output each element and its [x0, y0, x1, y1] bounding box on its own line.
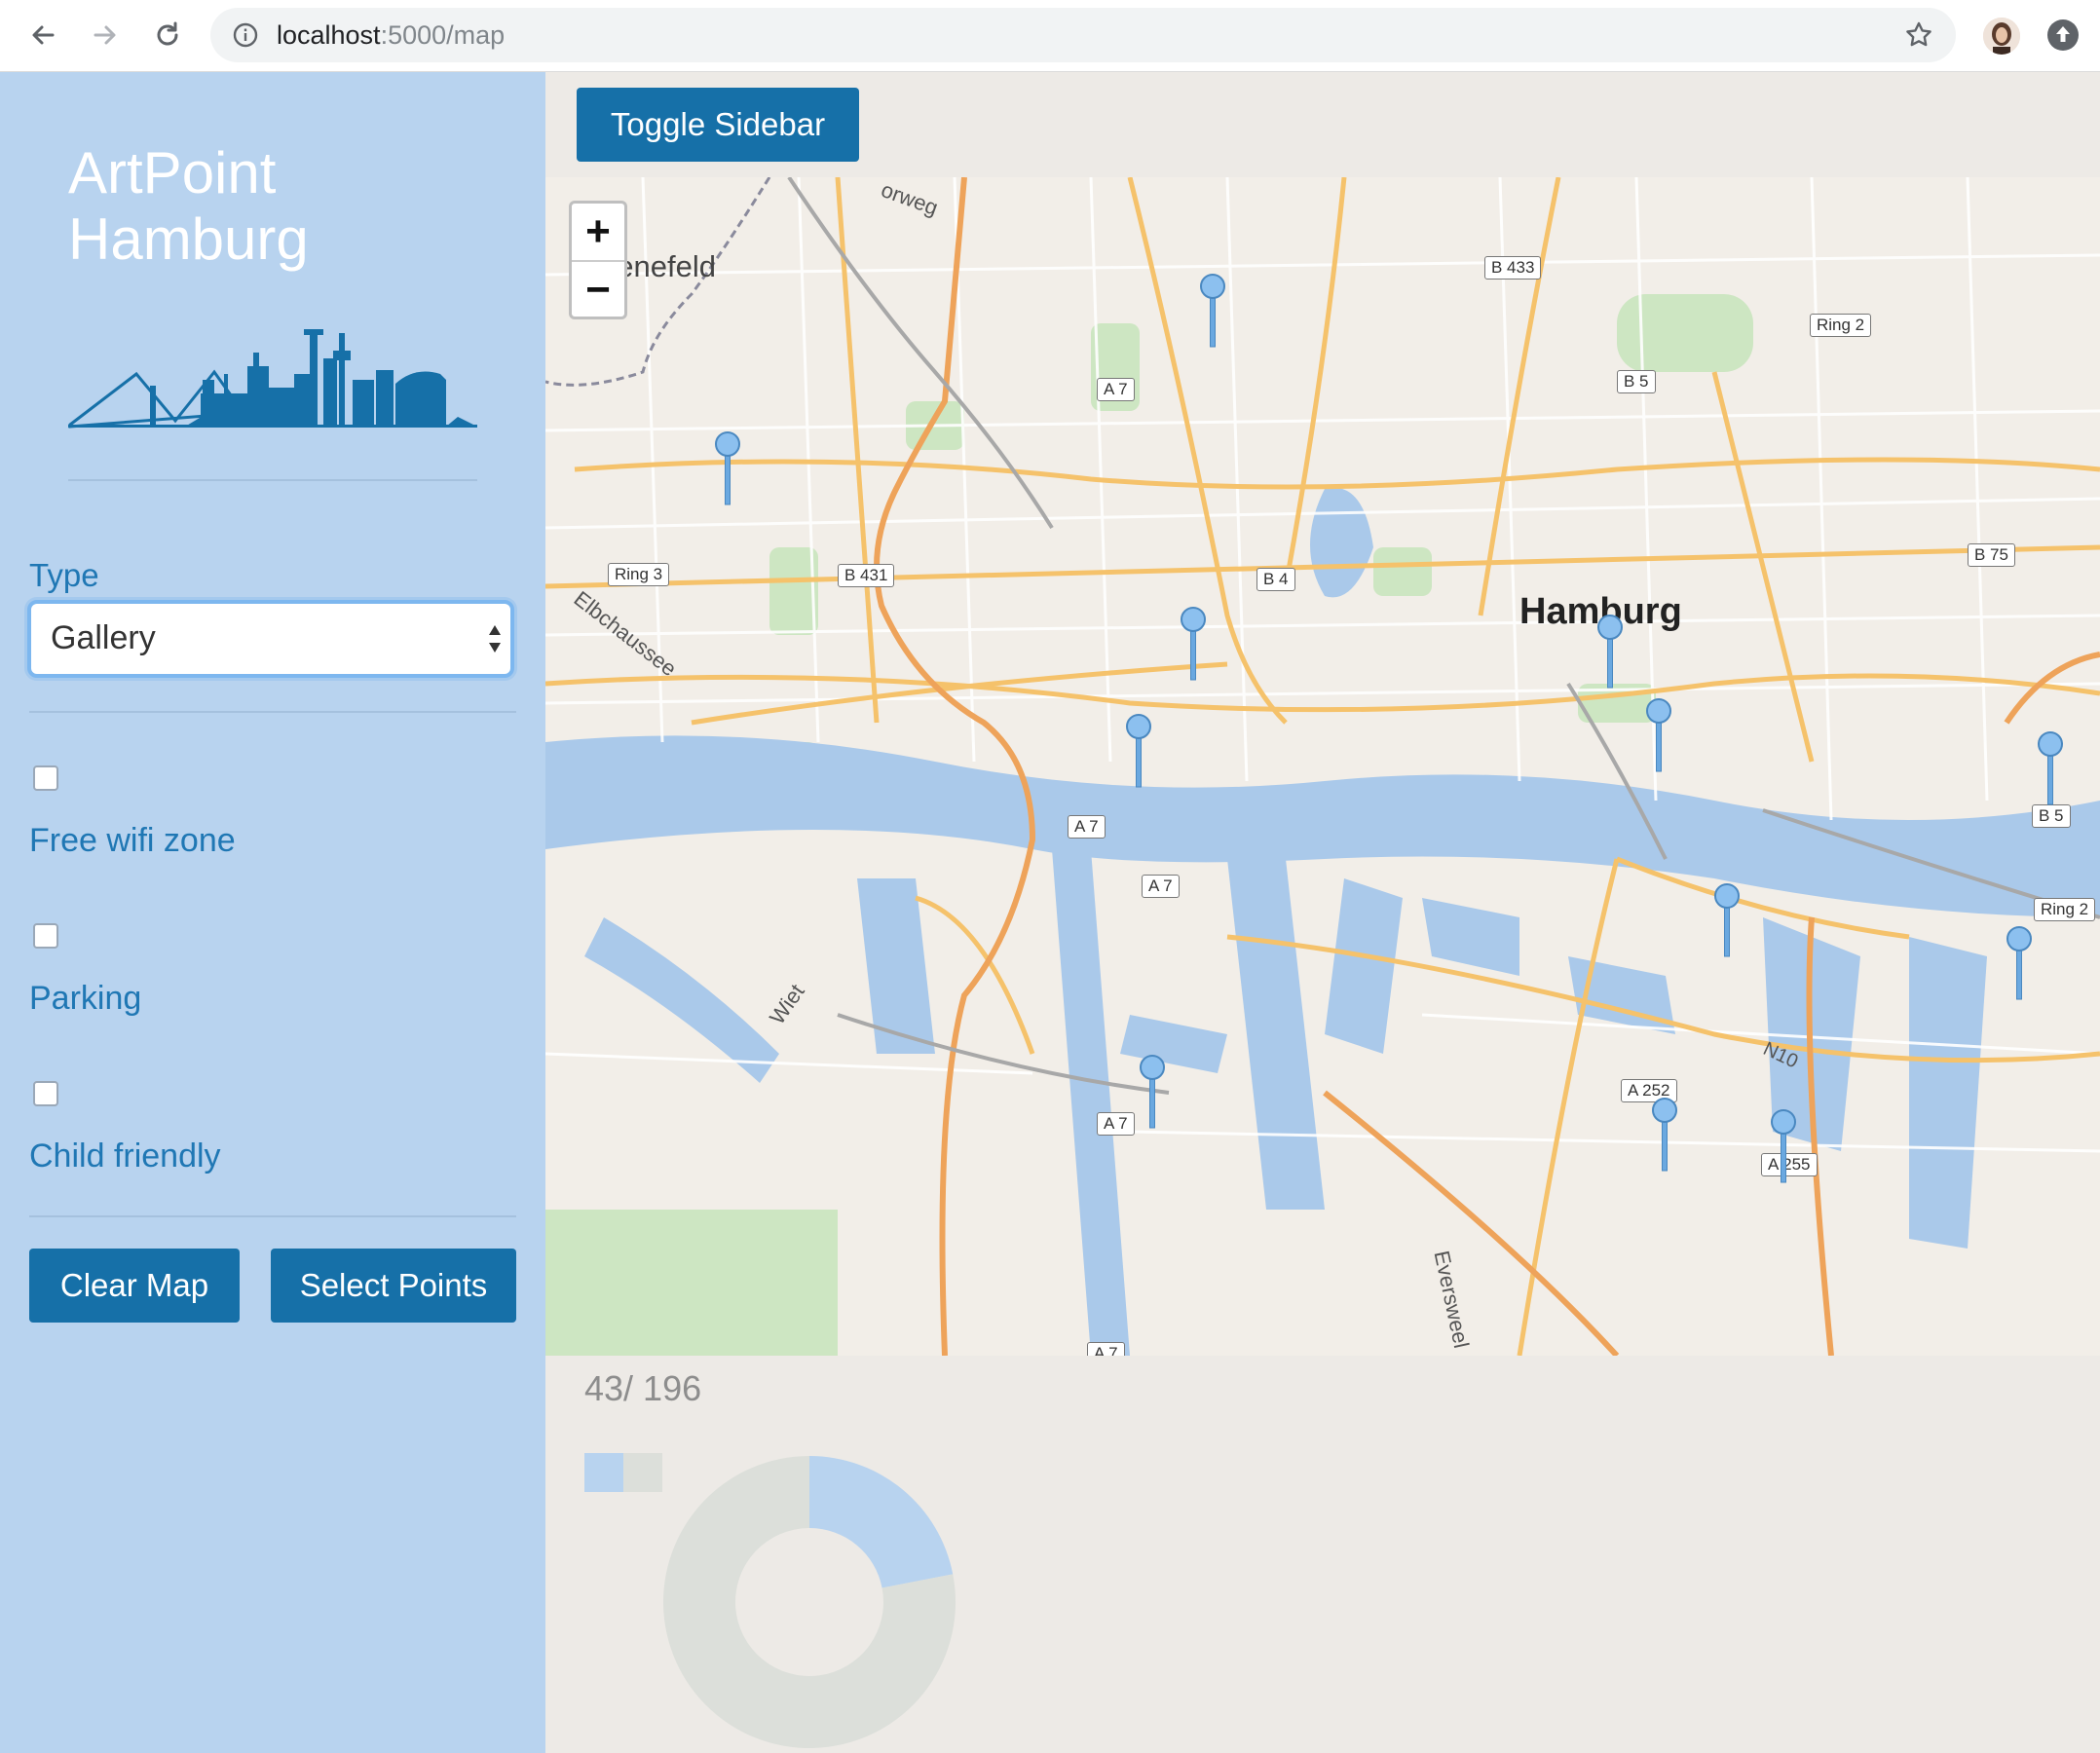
map-marker[interactable] — [1769, 1108, 1798, 1186]
type-select-value: Gallery — [51, 619, 156, 656]
point-count: 43/ 196 — [584, 1368, 702, 1408]
select-arrows-icon — [489, 625, 501, 653]
info-icon[interactable] — [232, 21, 259, 49]
map-marker[interactable] — [713, 430, 742, 508]
map-marker[interactable] — [2036, 730, 2065, 808]
divider — [29, 1215, 516, 1217]
type-select[interactable]: Gallery — [27, 600, 514, 678]
divider — [68, 479, 477, 481]
url-text: localhost:5000/map — [277, 20, 506, 50]
divider — [29, 711, 516, 713]
road-label: B 433 — [1484, 256, 1542, 280]
sidebar: ArtPoint Hamburg Type Gallery Free wifi … — [0, 72, 545, 1753]
zoom-control: + − — [569, 201, 627, 319]
parking-label: Parking — [29, 980, 142, 1017]
map-marker[interactable] — [1644, 697, 1673, 775]
road-label: A 7 — [1097, 378, 1135, 401]
toggle-sidebar-button[interactable]: Toggle Sidebar — [577, 88, 859, 162]
map-marker[interactable] — [1198, 273, 1227, 351]
app-title: ArtPoint Hamburg — [68, 140, 309, 272]
address-bar[interactable]: localhost:5000/map — [210, 8, 1956, 62]
map-marker[interactable] — [1179, 606, 1208, 684]
road-label: B 431 — [838, 564, 895, 587]
legend-swatch-remaining — [623, 1453, 662, 1492]
map-marker[interactable] — [1595, 614, 1625, 691]
road-label: Ring 2 — [2034, 898, 2096, 921]
back-arrow-icon — [32, 25, 55, 45]
road-label: A 7 — [1087, 1342, 1125, 1356]
zoom-in-button[interactable]: + — [572, 204, 624, 262]
free-wifi-label: Free wifi zone — [29, 822, 236, 859]
reload-icon — [157, 21, 178, 46]
legend-swatch-selected — [584, 1453, 623, 1492]
free-wifi-checkbox[interactable] — [33, 765, 58, 791]
road-label: B 5 — [1617, 370, 1656, 393]
back-button[interactable] — [21, 14, 64, 56]
road-label: Ring 2 — [1810, 314, 1872, 337]
road-label: Ring 3 — [608, 563, 670, 586]
zoom-out-button[interactable]: − — [572, 262, 624, 318]
map-marker[interactable] — [1138, 1054, 1167, 1132]
road-label: A 7 — [1142, 875, 1180, 898]
profile-avatar[interactable] — [1983, 18, 2020, 55]
select-points-button[interactable]: Select Points — [271, 1249, 516, 1323]
map-view[interactable]: nenefeld Hamburg Elbchaussee Wiet Eversw… — [545, 177, 2100, 1356]
road-label: A 7 — [1068, 815, 1106, 839]
road-label: B 75 — [1968, 543, 2015, 567]
road-label: A 7 — [1097, 1112, 1135, 1136]
browser-toolbar: localhost:5000/map — [0, 0, 2100, 72]
child-friendly-checkbox[interactable] — [33, 1081, 58, 1106]
avatar-image — [1983, 18, 2020, 55]
hamburg-skyline-logo — [68, 329, 477, 429]
bookmark-star-icon[interactable] — [1903, 19, 1934, 51]
type-label: Type — [29, 557, 99, 593]
donut-chart — [663, 1456, 956, 1748]
clear-map-button[interactable]: Clear Map — [29, 1249, 240, 1323]
child-friendly-label: Child friendly — [29, 1138, 221, 1175]
map-marker[interactable] — [1712, 882, 1742, 960]
update-icon[interactable] — [2045, 18, 2081, 53]
map-marker[interactable] — [1124, 713, 1153, 791]
map-marker[interactable] — [1650, 1097, 1679, 1175]
map-tiles — [545, 177, 2100, 1356]
donut-slice-selected — [809, 1456, 954, 1588]
reload-button[interactable] — [146, 14, 189, 56]
parking-checkbox[interactable] — [33, 923, 58, 949]
road-label: B 4 — [1256, 568, 1295, 591]
map-marker[interactable] — [2005, 925, 2034, 1003]
forward-button[interactable] — [84, 14, 127, 56]
forward-arrow-icon — [94, 25, 116, 45]
